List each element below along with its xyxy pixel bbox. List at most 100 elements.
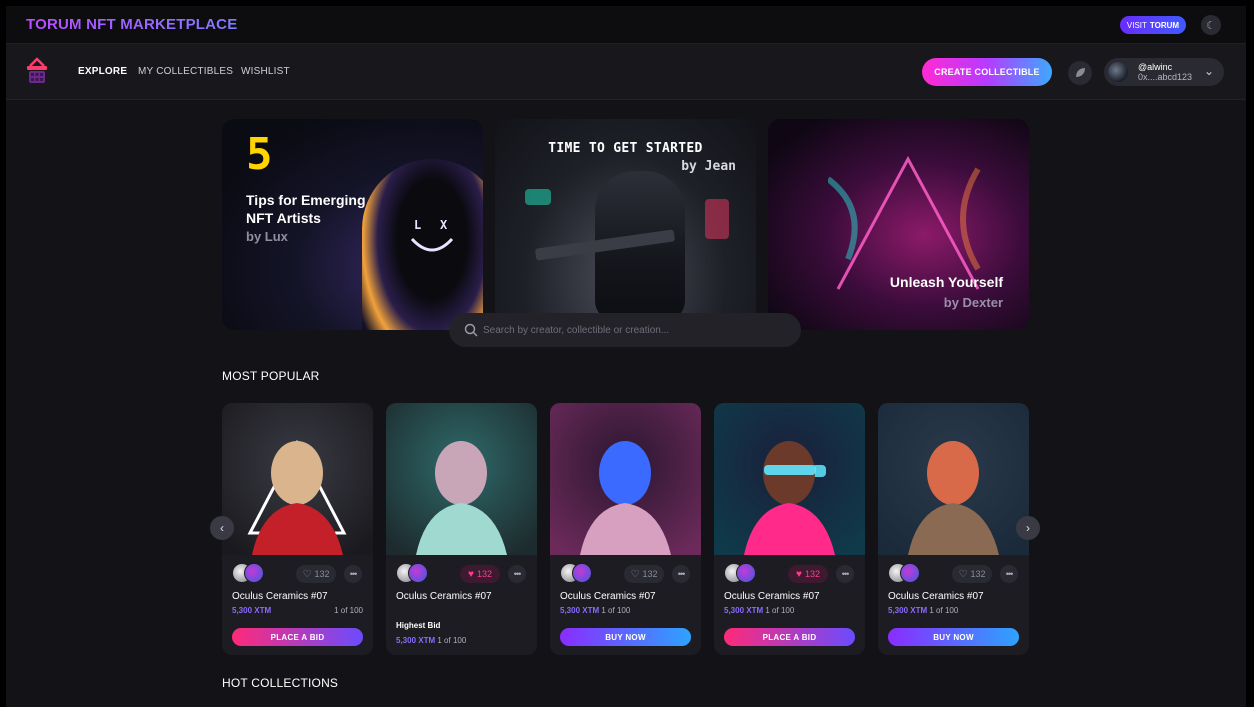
avatar (408, 563, 428, 583)
heart-icon: ♡ (630, 568, 640, 580)
more-options-icon[interactable]: ••• (836, 565, 854, 583)
create-collectible-button[interactable]: CREATE COLLECTIBLE (922, 58, 1052, 86)
price-row: 5,300 XTM 1 of 100 (560, 606, 691, 615)
svg-text:X: X (440, 218, 448, 232)
more-options-icon[interactable]: ••• (344, 565, 362, 583)
price: 5,300 XTM (560, 606, 600, 615)
creator-avatars[interactable] (396, 563, 428, 583)
banner-lux[interactable]: L X 5 Tips for Emerging NFT Artists by L… (222, 119, 483, 330)
collectible-image[interactable] (386, 403, 537, 555)
chevron-down-icon[interactable]: ⌄ (1204, 64, 1214, 78)
nav-wishlist[interactable]: WISHLIST (241, 66, 290, 77)
banner-author: by Dexter (943, 295, 1003, 310)
collectible-image[interactable] (222, 403, 373, 555)
like-count: 132 (804, 569, 820, 579)
user-menu[interactable]: @alwinc 0x....abcd123 ⌄ (1104, 58, 1224, 86)
brand-title[interactable]: TORUM NFT MARKETPLACE (26, 16, 237, 33)
visit-brand-label: TORUM (1149, 20, 1180, 30)
avatar (1108, 62, 1128, 82)
edition: 1 of 100 (601, 606, 631, 615)
top-bar: TORUM NFT MARKETPLACE VISIT TORUM ☾ (6, 6, 1246, 44)
price: 5,300 XTM (724, 606, 764, 615)
price-row: 5,300 XTM 1 of 100 (724, 606, 855, 615)
place-bid-button[interactable]: PLACE A BID (724, 628, 855, 646)
price-row: 5,300 XTM 1 of 100 (232, 606, 363, 615)
avatar (900, 563, 920, 583)
banner-author: by Lux (246, 229, 288, 244)
user-address: 0x....abcd123 (1138, 72, 1193, 82)
edition: 1 of 100 (334, 606, 363, 615)
place-bid-button[interactable]: PLACE A BID (232, 628, 363, 646)
like-button[interactable]: ♡ 132 (296, 565, 336, 583)
collectible-card[interactable]: ♡ 132 ••• Oculus Ceramics #07 5,300 XTM … (222, 403, 373, 655)
banner-title: Unleash Yourself (889, 274, 1003, 290)
like-button[interactable]: ♡ 132 (624, 565, 664, 583)
chevron-right-icon[interactable]: › (1016, 516, 1040, 540)
leaf-icon[interactable] (1068, 61, 1092, 85)
hooded-figure-image: L X (362, 159, 483, 330)
more-options-icon[interactable]: ••• (508, 565, 526, 583)
basket-icon[interactable] (24, 56, 50, 86)
search-icon[interactable] (463, 322, 479, 338)
like-count: 132 (970, 569, 986, 579)
collectible-card[interactable]: ♡ 132 ••• Oculus Ceramics #07 5,300 XTM … (878, 403, 1029, 655)
neon-sign (705, 199, 729, 239)
creator-avatars[interactable] (232, 563, 264, 583)
collectible-card[interactable]: ♡ 132 ••• Oculus Ceramics #07 5,300 XTM … (550, 403, 701, 655)
heart-filled-icon: ♥ (796, 568, 802, 580)
section-hot-collections: HOT COLLECTIONS (222, 676, 339, 690)
like-button[interactable]: ♡ 132 (952, 565, 992, 583)
creator-avatars[interactable] (724, 563, 756, 583)
collectible-image[interactable] (878, 403, 1029, 555)
card-title: Oculus Ceramics #07 (888, 591, 984, 602)
collectible-card[interactable]: ♥ 132 ••• Oculus Ceramics #07 Highest Bi… (386, 403, 537, 655)
avatar (572, 563, 592, 583)
neon-sign (525, 189, 551, 205)
nav-explore[interactable]: EXPLORE (78, 66, 127, 77)
banner-title: TIME TO GET STARTED (548, 141, 703, 156)
edition: 1 of 100 (765, 606, 795, 615)
app-frame: TORUM NFT MARKETPLACE VISIT TORUM ☾ EXPL… (6, 6, 1246, 707)
like-count: 132 (314, 569, 330, 579)
highest-bid-label: Highest Bid (396, 621, 441, 630)
more-options-icon[interactable]: ••• (672, 565, 690, 583)
creator-avatars[interactable] (888, 563, 920, 583)
visit-label: VISIT (1126, 20, 1147, 30)
heart-icon: ♡ (958, 568, 968, 580)
price-row: 5,300 XTM 1 of 100 (888, 606, 1019, 615)
collectible-image[interactable] (714, 403, 865, 555)
edition: 1 of 100 (437, 636, 467, 645)
smiley-mask-icon: L X (410, 218, 454, 252)
avatar (244, 563, 264, 583)
avatar (736, 563, 756, 583)
nav-bar: EXPLORE MY COLLECTIBLES WISHLIST CREATE … (6, 44, 1246, 100)
banner-dexter[interactable]: Unleash Yourself by Dexter (768, 119, 1029, 330)
banner-number: 5 (246, 129, 273, 180)
banner-title: Tips for Emerging NFT Artists (246, 192, 366, 226)
banner-author: by Jean (681, 159, 736, 174)
buy-now-button[interactable]: BUY NOW (888, 628, 1019, 646)
price: 5,300 XTM (232, 606, 272, 615)
banner-jean[interactable]: TIME TO GET STARTED by Jean (495, 119, 756, 330)
search-input[interactable] (483, 321, 783, 339)
collectible-image[interactable] (550, 403, 701, 555)
heart-icon: ♡ (302, 568, 312, 580)
search-bar (449, 313, 801, 347)
collectible-card[interactable]: ♥ 132 ••• Oculus Ceramics #07 5,300 XTM … (714, 403, 865, 655)
price-row: 5,300 XTM 1 of 100 (396, 636, 527, 645)
more-options-icon[interactable]: ••• (1000, 565, 1018, 583)
chevron-left-icon[interactable]: ‹ (210, 516, 234, 540)
like-button[interactable]: ♥ 132 (460, 565, 500, 583)
creator-avatars[interactable] (560, 563, 592, 583)
edition: 1 of 100 (929, 606, 959, 615)
nav-my-collectibles[interactable]: MY COLLECTIBLES (138, 66, 233, 77)
like-count: 132 (476, 569, 492, 579)
card-title: Oculus Ceramics #07 (232, 591, 328, 602)
svg-text:L: L (414, 218, 421, 232)
like-button[interactable]: ♥ 132 (788, 565, 828, 583)
buy-now-button[interactable]: BUY NOW (560, 628, 691, 646)
card-title: Oculus Ceramics #07 (396, 591, 492, 602)
visit-torum-button[interactable]: VISIT TORUM (1120, 16, 1186, 34)
moon-icon[interactable]: ☾ (1201, 15, 1221, 35)
price: 5,300 XTM (396, 636, 436, 645)
